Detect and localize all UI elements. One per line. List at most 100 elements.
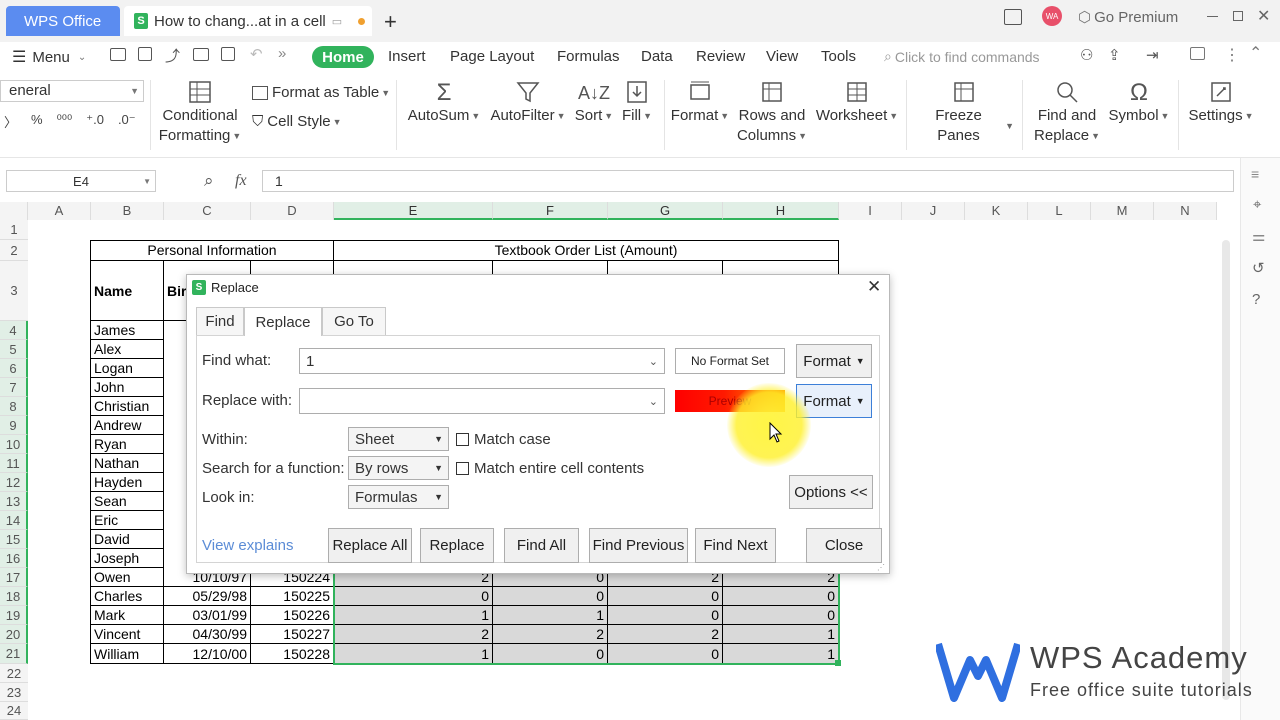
row-header-16[interactable]: 16 (0, 549, 28, 568)
row-header-20[interactable]: 20 (0, 625, 28, 644)
export-icon[interactable]: ⤴ (165, 45, 180, 66)
column-header-n[interactable]: N (1154, 202, 1217, 220)
go-premium-button[interactable]: ⬡ Go Premium (1078, 8, 1178, 27)
row-header-5[interactable]: 5 (0, 340, 28, 359)
select-all-corner[interactable] (0, 202, 28, 220)
fx-label[interactable]: fx (235, 172, 247, 190)
header-textbook-order[interactable]: Textbook Order List (Amount) (334, 240, 839, 261)
undo-icon[interactable]: ↶ (250, 45, 263, 63)
row-header-2[interactable]: 2 (0, 240, 28, 261)
tab-go-to[interactable]: Go To (322, 307, 386, 335)
tab-home[interactable]: Home (312, 46, 374, 68)
dialog-close-icon[interactable]: ✕ (867, 277, 881, 297)
comment-icon[interactable] (1190, 47, 1205, 60)
format-ribbon-button[interactable]: Format ▼ (670, 80, 730, 126)
table-row-name[interactable]: Alex (91, 340, 164, 359)
cell-style-button[interactable]: ⛉ Cell Style ▼ (252, 112, 342, 132)
find-previous-button[interactable]: Find Previous (589, 528, 688, 563)
row-header-14[interactable]: 14 (0, 511, 28, 530)
format-as-table-button[interactable]: Format as Table ▼ (252, 83, 390, 103)
history-icon[interactable]: ↺ (1252, 259, 1280, 277)
tab-data[interactable]: Data (641, 48, 673, 65)
table-row-name[interactable]: James (91, 321, 164, 340)
symbol-button[interactable]: Ω Symbol ▼ (1106, 80, 1172, 126)
tab-find[interactable]: Find (196, 307, 244, 335)
settings-button[interactable]: Settings ▼ (1188, 80, 1254, 126)
wps-office-tab[interactable]: WPS Office (6, 6, 120, 36)
freeze-panes-button[interactable]: Freeze Panes ▼ (914, 80, 1014, 146)
table-row-name[interactable]: Christian (91, 397, 164, 416)
table-row-name[interactable]: John (91, 378, 164, 397)
more-options-icon[interactable]: ⋮ (1224, 45, 1240, 65)
rows-and-columns-button[interactable]: Rows and Columns ▼ (736, 80, 808, 146)
close-button[interactable]: Close (806, 528, 882, 563)
table-row-id[interactable]: 150225 (251, 587, 334, 606)
new-tab-icon[interactable]: + (384, 9, 397, 35)
search-select[interactable]: By rows ▼ (348, 456, 449, 480)
table-row-name[interactable]: Logan (91, 359, 164, 378)
table-row-name[interactable]: Sean (91, 492, 164, 511)
match-case-checkbox[interactable]: Match case (456, 431, 551, 448)
find-all-button[interactable]: Find All (504, 528, 579, 563)
table-row-name[interactable]: David (91, 530, 164, 549)
collapse-ribbon-icon[interactable]: ⌃ (1249, 43, 1262, 63)
table-row-name[interactable]: Owen (91, 568, 164, 587)
table-row-name[interactable]: Eric (91, 511, 164, 530)
header-name[interactable]: Name (91, 261, 164, 321)
worksheet-button[interactable]: Worksheet ▼ (816, 80, 898, 126)
table-row-birth[interactable]: 03/01/99 (164, 606, 251, 625)
export-menu-icon[interactable]: ⇥ (1146, 46, 1159, 64)
column-header-f[interactable]: F (493, 202, 608, 220)
print-icon[interactable] (193, 48, 209, 61)
minimize-icon[interactable] (1207, 16, 1218, 17)
tab-page-layout[interactable]: Page Layout (450, 48, 534, 65)
column-header-i[interactable]: I (839, 202, 902, 220)
table-row-birth[interactable]: 04/30/99 (164, 625, 251, 644)
within-select[interactable]: Sheet ▼ (348, 427, 449, 451)
column-header-j[interactable]: J (902, 202, 965, 220)
conditional-formatting-button[interactable]: Conditional Formatting ▼ (159, 80, 241, 146)
column-header-e[interactable]: E (334, 202, 493, 220)
tab-view[interactable]: View (766, 48, 798, 65)
zoom-icon[interactable]: ⌕ (204, 171, 214, 191)
row-header-12[interactable]: 12 (0, 473, 28, 492)
replace-button[interactable]: Replace (420, 528, 494, 563)
look-in-select[interactable]: Formulas ▼ (348, 485, 449, 509)
menu-button[interactable]: ☰ Menu ⌄ (12, 47, 86, 67)
tab-review[interactable]: Review (696, 48, 745, 65)
column-header-c[interactable]: C (164, 202, 251, 220)
column-header-d[interactable]: D (251, 202, 334, 220)
thousands-icon[interactable]: ⁰⁰⁰ (57, 112, 73, 131)
table-row-name[interactable]: William (91, 644, 164, 664)
row-header-24[interactable]: 24 (0, 702, 28, 720)
table-row-name[interactable]: Vincent (91, 625, 164, 644)
column-header-b[interactable]: B (91, 202, 164, 220)
sort-button[interactable]: A↓Z Sort ▼ (574, 80, 614, 126)
table-row-name[interactable]: Hayden (91, 473, 164, 492)
view-explains-link[interactable]: View explains (202, 537, 293, 554)
row-header-4[interactable]: 4 (0, 321, 28, 340)
sliders-icon[interactable]: ⚌ (1252, 227, 1280, 245)
find-what-input[interactable]: 1 ⌄ (299, 348, 665, 374)
row-header-23[interactable]: 23 (0, 683, 28, 702)
avatar[interactable]: WA (1042, 6, 1062, 26)
more-icon[interactable]: » (278, 45, 286, 62)
tab-insert[interactable]: Insert (388, 48, 426, 65)
row-header-11[interactable]: 11 (0, 454, 28, 473)
formula-input[interactable]: 1 (262, 170, 1234, 192)
replace-all-button[interactable]: Replace All (328, 528, 412, 563)
column-header-l[interactable]: L (1028, 202, 1091, 220)
column-header-g[interactable]: G (608, 202, 723, 220)
table-row-name[interactable]: Ryan (91, 435, 164, 454)
row-header-21[interactable]: 21 (0, 644, 28, 664)
table-row-name[interactable]: Joseph (91, 549, 164, 568)
table-row-name[interactable]: Mark (91, 606, 164, 625)
replace-with-input[interactable]: ⌄ (299, 388, 665, 414)
row-header-1[interactable]: 1 (0, 220, 28, 240)
layout-icon[interactable] (1004, 9, 1022, 25)
column-header-m[interactable]: M (1091, 202, 1154, 220)
table-row-name[interactable]: Charles (91, 587, 164, 606)
cursor-icon[interactable]: ⌖ (1253, 196, 1280, 213)
fill-handle[interactable] (835, 660, 841, 666)
vertical-scrollbar[interactable] (1222, 240, 1230, 700)
